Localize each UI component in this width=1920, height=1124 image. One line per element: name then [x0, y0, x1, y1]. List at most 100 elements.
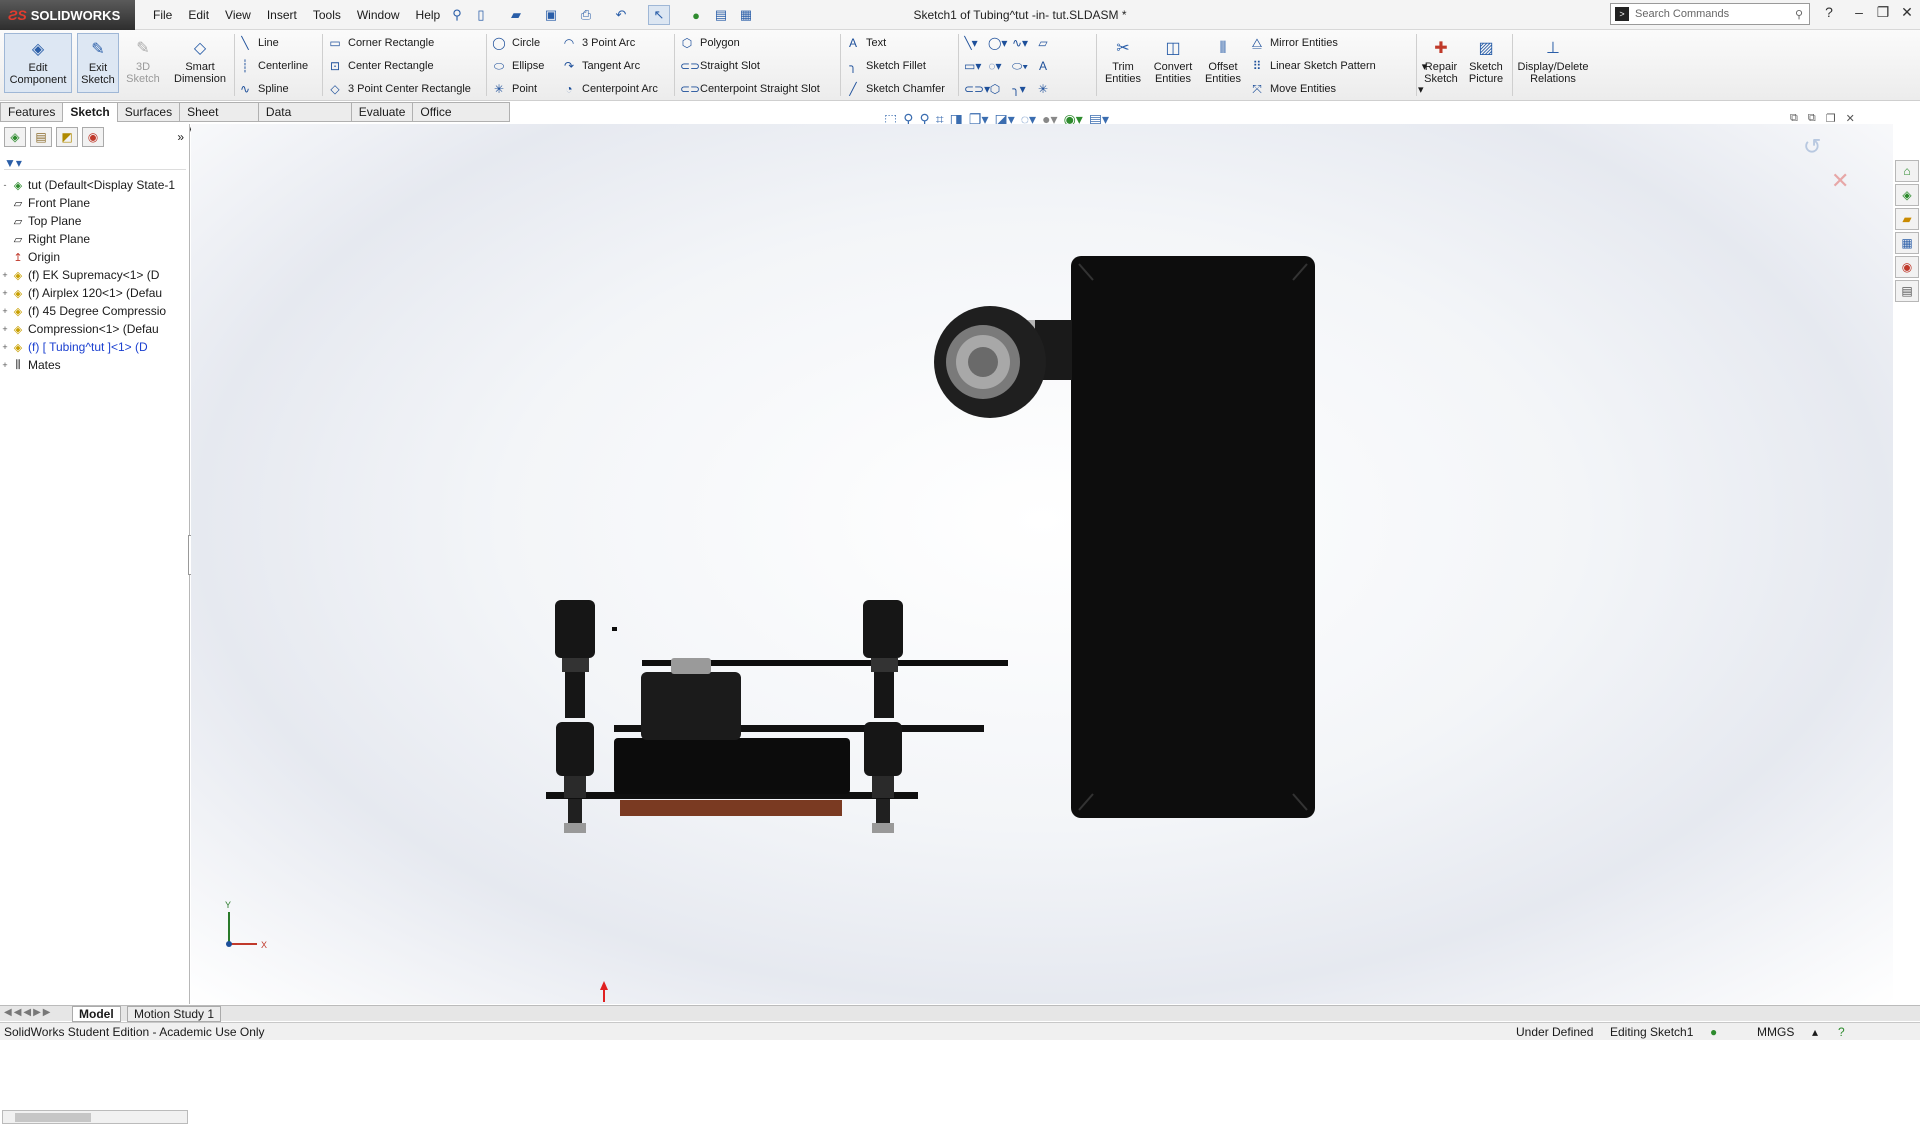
tree-item-top-plane[interactable]: ▱ Top Plane [0, 212, 190, 230]
rebuild-icon[interactable]: ● [685, 5, 707, 25]
tab-scroll-arrows[interactable]: ◀◀◀▶▶ [4, 1007, 52, 1018]
sketch-picture-button[interactable]: ▨ Sketch Picture [1464, 33, 1508, 93]
slot-dropdown-icon[interactable]: ⊂⊃▾ [964, 82, 990, 96]
sketch-fillet-tool[interactable]: ╮ Sketch Fillet [846, 56, 926, 76]
point-tool[interactable]: ✳ Point [492, 79, 537, 99]
tab-evaluate[interactable]: Evaluate [351, 102, 414, 122]
point-icon-small[interactable]: ✳ [1036, 82, 1050, 96]
tab-surfaces[interactable]: Surfaces [117, 102, 181, 122]
repair-sketch-button[interactable]: ✚ Repair Sketch [1420, 33, 1462, 93]
custom-properties-icon[interactable]: ▤ [1895, 280, 1919, 302]
viewport-close-icon[interactable]: ✕ [1846, 112, 1855, 125]
tree-item-component[interactable]: + ◈ Compression<1> (Defau [0, 320, 190, 338]
water-block-assembly[interactable] [546, 658, 918, 833]
tab-sketch[interactable]: Sketch [63, 102, 118, 122]
tree-item-component[interactable]: + ◈ (f) EK Supremacy<1> (D [0, 266, 190, 284]
help-icon[interactable]: ? [1818, 4, 1840, 20]
minimize-icon[interactable]: – [1848, 4, 1870, 20]
help-status-icon[interactable]: ? [1838, 1025, 1845, 1039]
tab-features[interactable]: Features [0, 102, 64, 122]
undo-icon[interactable]: ↶ [610, 5, 632, 25]
options-icon[interactable]: ▦ [735, 5, 757, 25]
arc-dropdown-icon[interactable]: ◌▾ [988, 59, 1002, 73]
appearances-icon[interactable]: ◉ [1895, 256, 1919, 278]
convert-entities-button[interactable]: ◫ Convert Entities [1148, 33, 1198, 93]
menu-file[interactable]: File [145, 6, 180, 24]
tree-item-right-plane[interactable]: ▱ Right Plane [0, 230, 190, 248]
spline-dropdown-icon[interactable]: ∿▾ [1012, 36, 1028, 50]
corner-rectangle-tool[interactable]: ▭ Corner Rectangle [328, 33, 434, 53]
tangent-arc-tool[interactable]: ↷ Tangent Arc [562, 56, 640, 76]
tab-office-products[interactable]: Office Products [413, 102, 510, 137]
tab-motion-study[interactable]: Motion Study 1 [127, 1006, 222, 1022]
tree-item-mates[interactable]: + ⫼ Mates [0, 356, 190, 374]
file-properties-icon[interactable]: ▤ [710, 5, 732, 25]
exit-sketch-button[interactable]: ✎ Exit Sketch [77, 33, 119, 93]
3-point-arc-tool[interactable]: ◠ 3 Point Arc [562, 33, 635, 53]
close-icon[interactable]: ✕ [1896, 4, 1918, 21]
line-tool[interactable]: ╲ Line [238, 33, 278, 53]
units-selector[interactable]: MMGS [1757, 1025, 1794, 1039]
sketch-chamfer-tool[interactable]: ╱ Sketch Chamfer [846, 79, 945, 99]
scrollbar-thumb[interactable] [15, 1113, 91, 1122]
centerpoint-slot-tool[interactable]: ⊂⊃ Centerpoint Straight Slot [680, 79, 820, 99]
file-explorer-icon[interactable]: ▰ [1895, 208, 1919, 230]
print-icon[interactable]: ⎙ [575, 5, 597, 25]
new-document-icon[interactable]: ▯ [470, 5, 492, 25]
circle-dropdown-icon[interactable]: ◯▾ [988, 36, 1007, 50]
search-input[interactable]: Search Commands [1635, 8, 1729, 20]
straight-slot-tool[interactable]: ⊂⊃ Straight Slot [680, 56, 760, 76]
search-icon[interactable]: ⚲ [1795, 8, 1803, 21]
menu-window[interactable]: Window [349, 6, 408, 24]
solidworks-logo[interactable]: ƧS SOLIDWORKS [0, 0, 135, 30]
view-palette-icon[interactable]: ▦ [1895, 232, 1919, 254]
radiator-assembly[interactable] [934, 256, 1315, 818]
offset-entities-button[interactable]: ⫴ Offset Entities [1200, 33, 1246, 93]
units-dropdown-icon[interactable]: ▴ [1812, 1025, 1818, 1039]
3pt-center-rectangle-tool[interactable]: ◇ 3 Point Center Rectangle [328, 79, 471, 99]
rect-dropdown-row[interactable]: ▭▾ ◌▾ ⬭▾ A [964, 56, 1050, 76]
menu-view[interactable]: View [217, 6, 259, 24]
menu-insert[interactable]: Insert [259, 6, 305, 24]
feature-manager-tab-icon[interactable]: ◈ [4, 127, 26, 147]
edit-component-button[interactable]: ◈ Edit Component [4, 33, 72, 93]
display-delete-relations-button[interactable]: ⊥ Display/Delete Relations [1516, 33, 1590, 93]
viewport-restore-icon[interactable]: ❐ [1826, 112, 1836, 125]
ellipse-tool[interactable]: ⬭ Ellipse [492, 56, 545, 76]
text-tool[interactable]: A Text [846, 33, 886, 53]
menu-help[interactable]: Help [408, 6, 449, 24]
tab-model[interactable]: Model [72, 1006, 121, 1022]
tab-sheet-metal[interactable]: Sheet Metal [180, 102, 259, 137]
viewport-tile-icon[interactable]: ⧉ [1790, 112, 1798, 125]
circle-tool[interactable]: ◯ Circle [492, 33, 540, 53]
tree-item-component[interactable]: + ◈ (f) Airplex 120<1> (Defau [0, 284, 190, 302]
polygon-tool[interactable]: ⬡ Polygon [680, 33, 740, 53]
menu-tools[interactable]: Tools [305, 6, 349, 24]
open-icon[interactable]: ▰ [505, 5, 527, 25]
tree-item-component[interactable]: + ◈ (f) 45 Degree Compressio [0, 302, 190, 320]
trim-entities-button[interactable]: ✂ Trim Entities [1100, 33, 1146, 93]
panel-horizontal-scrollbar[interactable] [2, 1110, 188, 1124]
slot-dropdown-row[interactable]: ⊂⊃▾ ⬡ ╮▾ ✳ [964, 79, 1050, 99]
smart-dimension-button[interactable]: ◇ Smart Dimension [168, 33, 232, 93]
rect-dropdown-icon[interactable]: ▭▾ [964, 59, 981, 73]
tab-data-migration[interactable]: Data Migration [258, 102, 352, 137]
save-icon[interactable]: ▣ [540, 5, 562, 25]
display-manager-tab-icon[interactable]: ◉ [82, 127, 104, 147]
center-rectangle-tool[interactable]: ⊡ Center Rectangle [328, 56, 434, 76]
rebuild-status-icon[interactable]: ● [1710, 1025, 1717, 1039]
confirmation-corner[interactable]: ↺ ✕ [1803, 135, 1849, 194]
menu-edit[interactable]: Edit [180, 6, 217, 24]
3d-sketch-button[interactable]: ✎ 3D Sketch [122, 33, 164, 93]
polygon-dropdown-icon[interactable]: ⬡ [988, 82, 1002, 96]
tree-item-tubing-active[interactable]: + ◈ (f) [ Tubing^tut ]<1> (D [0, 338, 190, 356]
tree-item-front-plane[interactable]: ▱ Front Plane [0, 194, 190, 212]
line-dropdown-icon[interactable]: ╲▾ [964, 36, 978, 50]
ellipse-dropdown-icon[interactable]: ⬭▾ [1012, 59, 1028, 74]
viewport-cascade-icon[interactable]: ⧉ [1808, 112, 1816, 125]
pin-icon[interactable]: ⚲ [446, 5, 468, 25]
configuration-manager-tab-icon[interactable]: ◩ [56, 127, 78, 147]
select-icon[interactable]: ↖ [648, 5, 670, 25]
text-icon-small[interactable]: A [1036, 59, 1050, 73]
move-entities-tool[interactable]: ⤧ Move Entities ▾ [1250, 79, 1423, 99]
